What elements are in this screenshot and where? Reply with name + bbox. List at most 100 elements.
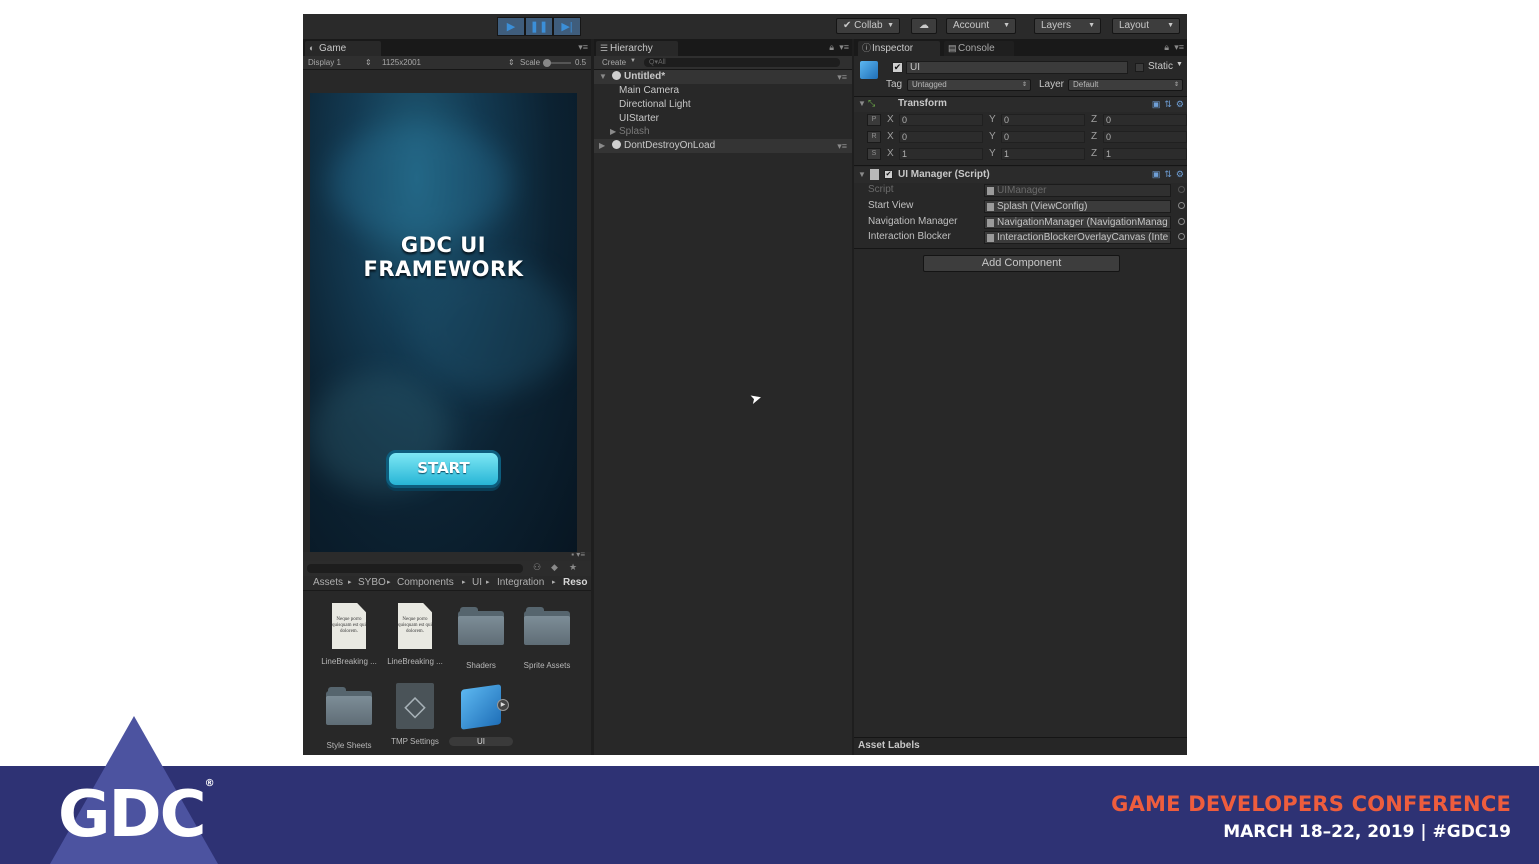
asset-icon: [987, 203, 994, 211]
preset-sliders-icon[interactable]: ⇅: [1164, 99, 1172, 110]
preset-sliders-icon[interactable]: ⇅: [1164, 169, 1172, 180]
game-tabbar: ◐ Game ▾≡: [303, 39, 591, 56]
panel-menu-icon[interactable]: ▾≡: [1174, 42, 1184, 53]
asset-item[interactable]: Shaders: [448, 607, 514, 670]
divider: [854, 248, 1187, 249]
project-search-input[interactable]: [307, 564, 523, 573]
step-button[interactable]: ▶|: [553, 17, 581, 36]
active-checkbox[interactable]: ✔: [892, 62, 903, 73]
position-z-field[interactable]: 0: [1103, 114, 1187, 126]
cloud-button[interactable]: ☁: [911, 18, 937, 34]
tab-game[interactable]: ◐ Game: [305, 41, 381, 56]
asset-item[interactable]: Neque porro quisquam est qui dolorem. Li…: [316, 603, 382, 666]
lock-icon[interactable]: 🔒︎: [829, 42, 834, 53]
gear-icon[interactable]: ⚙: [1176, 99, 1184, 110]
text-document-icon: Neque porro quisquam est qui dolorem.: [398, 603, 432, 649]
chevron-updown-icon: ⇕: [365, 58, 372, 67]
expand-right-icon[interactable]: ▶: [599, 139, 605, 153]
hierarchy-item[interactable]: Directional Light: [594, 98, 852, 112]
filter-by-type-icon[interactable]: ⚇: [533, 562, 541, 573]
text-document-icon: Neque porro quisquam est qui dolorem.: [332, 603, 366, 649]
scale-label: S: [867, 148, 881, 160]
collab-dropdown[interactable]: ✔ Collab ▼: [836, 18, 900, 34]
tab-inspector[interactable]: ⓘ Inspector: [858, 41, 940, 56]
layers-dropdown[interactable]: Layers ▼: [1034, 18, 1101, 34]
create-dropdown[interactable]: Create: [602, 58, 626, 67]
hierarchy-item-inactive[interactable]: ▶ Splash: [594, 125, 852, 139]
scene-menu-icon[interactable]: ▾≡: [837, 139, 847, 153]
gear-icon[interactable]: ⚙: [1176, 169, 1184, 180]
breadcrumb-item[interactable]: Components: [397, 576, 454, 590]
tag-dropdown[interactable]: Untagged ⇕: [907, 79, 1031, 91]
asset-item-selected[interactable]: ▶ UI: [448, 683, 514, 746]
panel-menu-icon[interactable]: ▾≡: [839, 42, 849, 53]
rotation-y-field[interactable]: 0: [1001, 131, 1085, 143]
object-picker-icon[interactable]: [1178, 233, 1185, 240]
scale-y-field[interactable]: 1: [1001, 148, 1085, 160]
add-component-button[interactable]: Add Component: [923, 255, 1120, 272]
asset-item[interactable]: Style Sheets: [316, 687, 382, 750]
resolution-dropdown[interactable]: 1125x2001: [382, 58, 421, 67]
help-book-icon[interactable]: ▣: [1152, 169, 1161, 180]
start-button[interactable]: START: [386, 450, 501, 488]
object-picker-icon[interactable]: [1178, 218, 1185, 225]
asset-item[interactable]: Sprite Assets: [514, 607, 580, 670]
static-checkbox[interactable]: [1135, 63, 1144, 72]
asset-item[interactable]: ◇ TMP Settings: [382, 683, 448, 746]
scale-z-field[interactable]: 1: [1103, 148, 1187, 160]
start-view-field[interactable]: Splash (ViewConfig): [984, 200, 1171, 213]
hierarchy-item[interactable]: Main Camera: [594, 84, 852, 98]
display-dropdown[interactable]: Display 1: [308, 58, 341, 67]
help-book-icon[interactable]: ▣: [1152, 99, 1161, 110]
favorites-star-icon[interactable]: ★: [569, 562, 577, 573]
navigation-manager-field[interactable]: NavigationManager (NavigationManag: [984, 216, 1171, 229]
position-x-field[interactable]: 0: [899, 114, 983, 126]
breadcrumb-item[interactable]: SYBO: [358, 576, 386, 590]
chevron-down-icon[interactable]: ▼: [1176, 61, 1183, 68]
breadcrumb-item[interactable]: UI: [472, 576, 482, 590]
hierarchy-item[interactable]: UIStarter: [594, 112, 852, 126]
gameobject-cube-icon: [860, 61, 878, 79]
rotation-x-field[interactable]: 0: [899, 131, 983, 143]
panel-menu-icon[interactable]: ▪ ▾≡: [571, 550, 585, 559]
expand-down-icon[interactable]: ▼: [858, 99, 866, 108]
gdc-logo: GDC®: [58, 778, 215, 852]
scale-x-field[interactable]: 1: [899, 148, 983, 160]
transform-header[interactable]: ▼ ⤡ Transform ▣ ⇅ ⚙: [854, 97, 1187, 112]
chevron-down-icon: ▼: [1088, 22, 1095, 29]
project-panel: ⚇ ◆ ★ Assets ▸ SYBO ▸ Components ▸ UI ▸ …: [303, 561, 591, 755]
asset-item[interactable]: Neque porro quisquam est qui dolorem. Li…: [382, 603, 448, 666]
lock-icon[interactable]: 🔒︎: [1164, 42, 1169, 53]
tab-console[interactable]: ▤ Console: [944, 41, 1014, 56]
scene-row[interactable]: ▶ DontDestroyOnLoad ▾≡: [594, 139, 852, 153]
unity-scene-icon: [612, 71, 621, 80]
expand-down-icon[interactable]: ▼: [599, 70, 607, 84]
ui-manager-header[interactable]: ▼ ✔ UI Manager (Script) ▣ ⇅ ⚙: [854, 167, 1187, 183]
breadcrumb-item-current[interactable]: Reso: [563, 576, 587, 590]
tab-hierarchy[interactable]: ☰ Hierarchy: [596, 41, 678, 56]
rotation-z-field[interactable]: 0: [1103, 131, 1187, 143]
component-enabled-checkbox[interactable]: ✔: [884, 170, 893, 179]
breadcrumb-item[interactable]: Integration: [497, 576, 544, 590]
object-name-input[interactable]: UI: [906, 61, 1128, 74]
play-button[interactable]: ▶: [497, 17, 525, 36]
expand-down-icon[interactable]: ▼: [858, 170, 866, 179]
scene-row[interactable]: ▼ Untitled* ▾≡: [594, 70, 852, 84]
unity-settings-icon: ◇: [396, 683, 434, 729]
pause-button[interactable]: ❚❚: [525, 17, 553, 36]
expand-right-icon[interactable]: ▶: [610, 125, 616, 139]
panel-menu-icon[interactable]: ▾≡: [578, 42, 588, 53]
layout-dropdown[interactable]: Layout ▼: [1112, 18, 1180, 34]
hierarchy-search-input[interactable]: Q▾All: [644, 58, 840, 67]
filter-by-label-icon[interactable]: ◆: [551, 562, 558, 573]
interaction-blocker-field[interactable]: InteractionBlockerOverlayCanvas (Inte: [984, 231, 1171, 244]
game-viewport[interactable]: GDC UI FRAMEWORK START: [310, 93, 577, 561]
scene-menu-icon[interactable]: ▾≡: [837, 70, 847, 84]
scale-slider-thumb[interactable]: [543, 59, 551, 67]
breadcrumb-item[interactable]: Assets: [313, 576, 343, 590]
account-dropdown[interactable]: Account ▼: [946, 18, 1016, 34]
chevron-right-icon: ▸: [462, 579, 466, 586]
object-picker-icon[interactable]: [1178, 202, 1185, 209]
position-y-field[interactable]: 0: [1001, 114, 1085, 126]
layer-dropdown[interactable]: Default ⇕: [1068, 79, 1183, 91]
